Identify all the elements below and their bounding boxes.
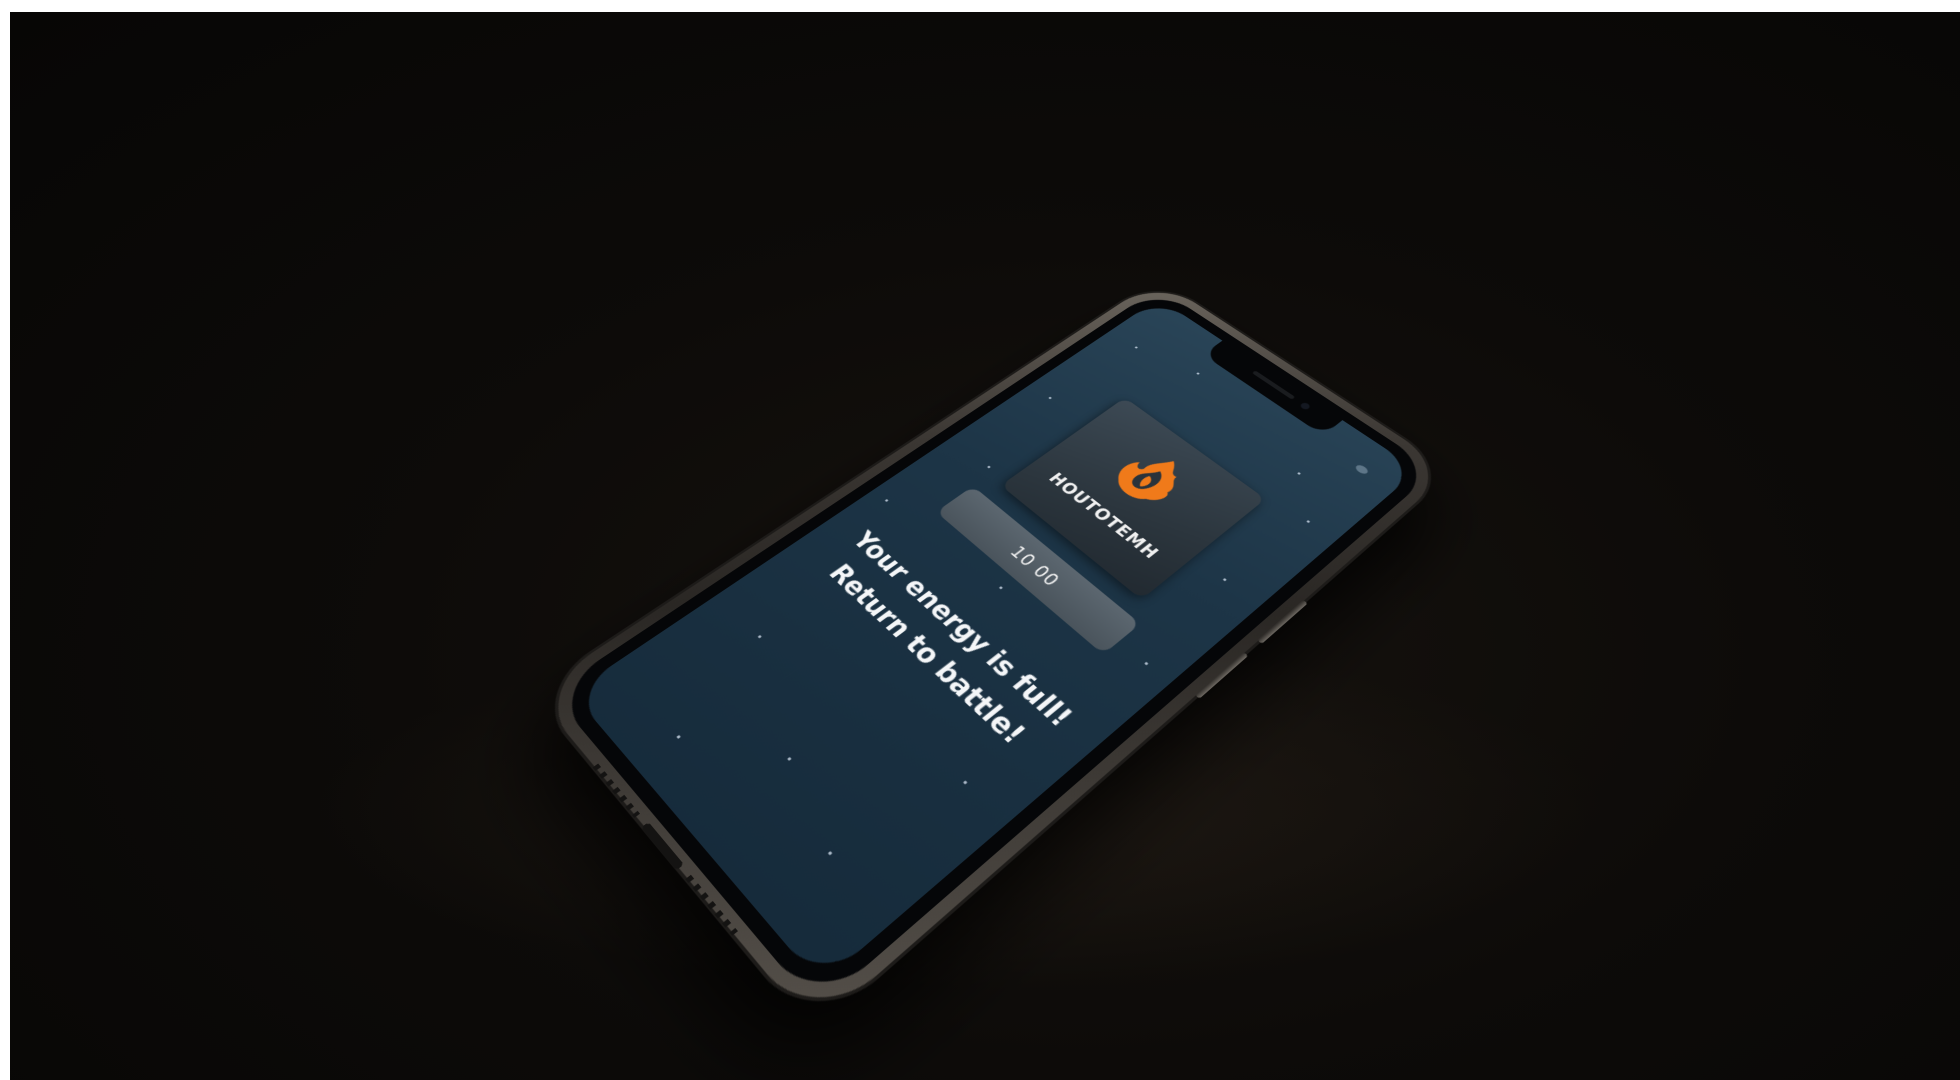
star xyxy=(757,634,762,639)
front-camera-icon xyxy=(1298,401,1312,411)
star xyxy=(1306,520,1311,524)
star xyxy=(1134,346,1139,349)
star xyxy=(962,780,968,785)
star xyxy=(986,465,991,469)
smartphone: HOUTOTEMH 10 00 Your energy is full! Ret… xyxy=(532,278,1453,1031)
phone-perspective-container: HOUTOTEMH 10 00 Your energy is full! Ret… xyxy=(350,132,1790,1031)
status-dot-icon xyxy=(1353,463,1370,476)
star xyxy=(1196,372,1200,375)
star xyxy=(787,756,792,761)
star xyxy=(1297,472,1301,475)
star xyxy=(676,734,681,739)
star xyxy=(884,498,889,503)
photo-background: HOUTOTEMH 10 00 Your energy is full! Ret… xyxy=(10,12,1960,1080)
star xyxy=(998,586,1003,590)
star xyxy=(1048,396,1052,400)
star xyxy=(827,850,833,856)
star xyxy=(1222,578,1227,582)
star xyxy=(1144,661,1149,666)
orange-flame-emblem-icon xyxy=(1107,445,1194,511)
